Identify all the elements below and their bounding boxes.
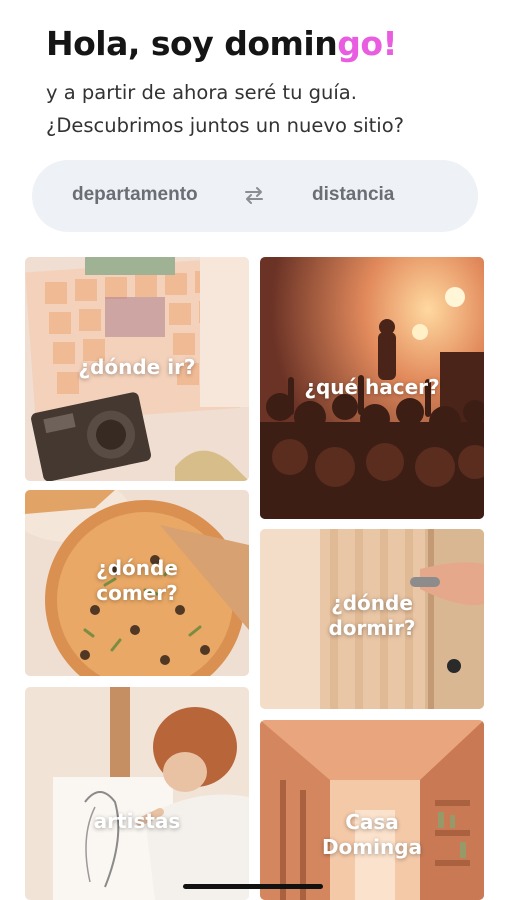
card-label: Casa Dominga bbox=[321, 810, 423, 859]
card-donde-dormir[interactable]: ¿dónde dormir? bbox=[260, 529, 484, 709]
card-casa-dominga[interactable]: Casa Dominga bbox=[260, 720, 484, 900]
card-label: ¿dónde comer? bbox=[96, 556, 178, 605]
card-label: ¿dónde dormir? bbox=[328, 591, 416, 640]
artist-image bbox=[25, 687, 249, 900]
card-label: ¿qué hacer? bbox=[304, 375, 440, 399]
card-label: ¿dónde ir? bbox=[78, 355, 196, 379]
toggle-option-departamento[interactable]: departamento bbox=[72, 184, 198, 206]
card-donde-ir[interactable]: ¿dónde ir? bbox=[25, 257, 249, 481]
swap-arrows-icon[interactable] bbox=[243, 184, 265, 206]
card-que-hacer[interactable]: ¿qué hacer? bbox=[260, 257, 484, 519]
card-donde-comer[interactable]: ¿dónde comer? bbox=[25, 490, 249, 676]
card-label: artistas bbox=[93, 809, 181, 833]
mode-toggle[interactable]: departamento distancia bbox=[32, 160, 478, 232]
greeting-title-prefix: Hola, soy domin bbox=[46, 24, 338, 63]
toggle-option-distancia[interactable]: distancia bbox=[312, 184, 394, 206]
greeting-title-accent: go! bbox=[337, 24, 398, 63]
greeting-subtitle: y a partir de ahora seré tu guía. ¿Descu… bbox=[46, 81, 404, 137]
card-artistas[interactable]: artistas bbox=[25, 687, 249, 900]
greeting-title: Hola, soy domingo! bbox=[46, 24, 398, 63]
home-indicator bbox=[183, 884, 323, 889]
